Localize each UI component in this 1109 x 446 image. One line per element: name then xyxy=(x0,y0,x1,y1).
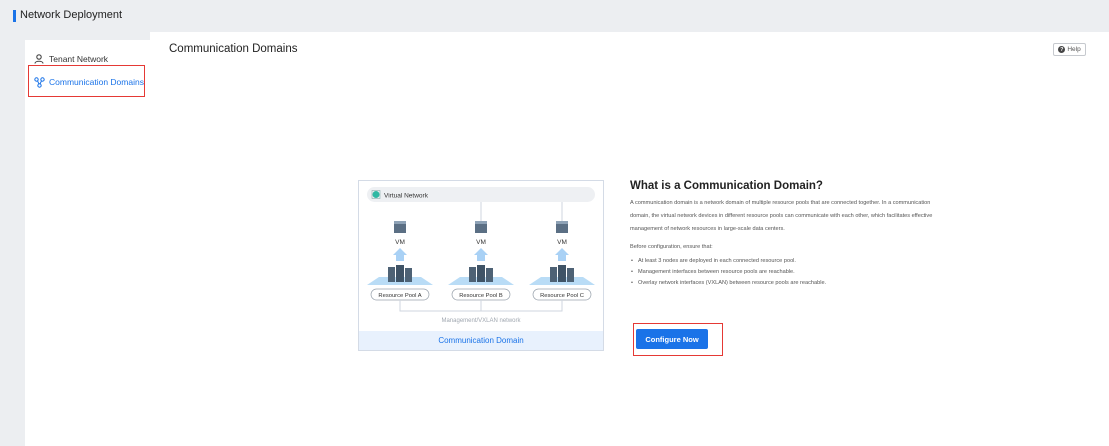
highlight-box-configure xyxy=(633,323,723,356)
sidebar-item-label: Tenant Network xyxy=(49,54,109,64)
app-title: Network Deployment xyxy=(20,9,123,21)
resource-pool-label: Resource Pool B xyxy=(459,293,503,299)
help-label: Help xyxy=(1067,46,1081,53)
user-icon xyxy=(33,53,45,65)
illustration-caption: Communication Domain xyxy=(359,331,603,350)
vm-icon xyxy=(394,221,406,233)
main-content: Communication Domains ? Help Virtual Net… xyxy=(150,32,1109,446)
communication-domain-illustration: Virtual Network VM VM VM Resource Pool A… xyxy=(358,180,604,351)
help-icon: ? xyxy=(1058,46,1066,53)
sidebar: Tenant Network Communication Domains xyxy=(25,40,150,446)
resource-pool-label: Resource Pool A xyxy=(378,293,421,299)
virtual-network-label: Virtual Network xyxy=(384,193,429,200)
vm-icon xyxy=(475,221,487,233)
info-heading: What is a Communication Domain? xyxy=(630,180,823,192)
vm-icon xyxy=(556,221,568,233)
title-accent-bar xyxy=(13,10,16,22)
resource-pool-a-graphic xyxy=(367,265,433,285)
highlight-box-sidebar xyxy=(28,65,145,97)
requirements-list: At least 3 nodes are deployed in each co… xyxy=(630,256,950,289)
vm-label: VM xyxy=(476,239,486,246)
list-item: Overlay network interfaces (VXLAN) betwe… xyxy=(630,278,950,289)
list-item: At least 3 nodes are deployed in each co… xyxy=(630,256,950,267)
help-button[interactable]: ? Help xyxy=(1053,43,1086,56)
list-item: Management interfaces between resource p… xyxy=(630,267,950,278)
resource-pool-b-graphic xyxy=(448,265,514,285)
info-before-text: Before configuration, ensure that: xyxy=(630,244,713,250)
info-panel: What is a Communication Domain? A commun… xyxy=(630,180,950,289)
network-label: Management/VXLAN network xyxy=(441,318,521,324)
info-description: A communication domain is a network doma… xyxy=(630,200,933,232)
top-bar: Network Deployment xyxy=(0,0,1109,32)
resource-pool-label: Resource Pool C xyxy=(540,293,584,299)
page-title: Communication Domains xyxy=(169,43,298,55)
resource-pool-c-graphic xyxy=(529,265,595,285)
vm-label: VM xyxy=(395,239,405,246)
vm-label: VM xyxy=(557,239,567,246)
